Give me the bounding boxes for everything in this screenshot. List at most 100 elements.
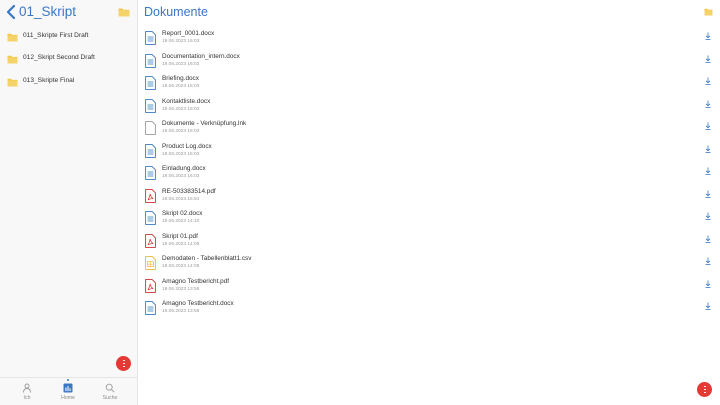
file-row[interactable]: Kontaktliste.docx 19.06.2023 16:03 <box>138 96 720 118</box>
more-dot <box>123 362 125 365</box>
word-document-icon <box>145 76 156 90</box>
file-row[interactable]: Einladung.docx 19.06.2023 16:03 <box>138 163 720 185</box>
folder-icon[interactable] <box>704 8 713 16</box>
folder-icon <box>7 55 18 64</box>
bottom-navigation: Ich Home Suche <box>0 377 137 405</box>
file-date: 19.06.2023 14:08 <box>162 264 200 269</box>
folder-sidebar: 01_Skript 011_Skripte First Draft 012_Sk… <box>0 0 138 405</box>
more-dot <box>704 388 706 391</box>
sidebar-title: 01_Skript <box>19 4 77 19</box>
file-name: Demodaten - Tabellenblatt1.csv <box>162 255 252 262</box>
file-row[interactable]: Skript 01.pdf 19.06.2023 14:09 <box>138 231 720 253</box>
folder-icon <box>7 78 18 87</box>
file-name: Amagno Testbericht.docx <box>162 300 234 307</box>
download-icon[interactable] <box>704 122 712 130</box>
download-icon[interactable] <box>704 257 712 265</box>
file-row[interactable]: Demodaten - Tabellenblatt1.csv 19.06.2023… <box>138 253 720 275</box>
csv-document-icon <box>145 256 156 270</box>
file-date: 19.06.2023 16:03 <box>162 39 200 44</box>
download-icon[interactable] <box>704 77 712 85</box>
pdf-document-icon <box>145 233 156 248</box>
file-row[interactable]: Briefing.docx 19.06.2023 16:03 <box>138 73 720 95</box>
folder-icon[interactable] <box>118 7 130 17</box>
file-date: 19.06.2023 16:03 <box>162 106 200 112</box>
file-date: 19.06.2023 16:03 <box>162 129 200 134</box>
download-icon[interactable] <box>704 100 712 108</box>
nav-item-ich[interactable]: Ich <box>7 378 47 405</box>
home-icon <box>63 383 73 393</box>
download-icon[interactable] <box>704 145 712 153</box>
file-name: Einladung.docx <box>162 165 206 172</box>
more-dot <box>704 391 706 394</box>
download-icon[interactable] <box>704 167 712 175</box>
file-date: 19.06.2023 13:58 <box>162 309 200 314</box>
person-icon <box>23 383 31 393</box>
folder-icon <box>7 33 18 42</box>
download-icon[interactable] <box>704 280 712 288</box>
folder-label: 011_Skripte First Draft <box>23 32 89 39</box>
word-document-icon <box>145 31 156 45</box>
more-dot <box>123 359 125 362</box>
folder-item-011[interactable]: 011_Skripte First Draft <box>0 27 137 49</box>
file-date: 19.06.2023 16:03 <box>162 61 200 67</box>
word-document-icon <box>145 166 156 180</box>
word-document-icon <box>145 211 156 225</box>
file-name: Amagno Testbericht.pdf <box>162 277 230 285</box>
more-dot <box>704 385 706 388</box>
word-document-icon <box>145 301 156 315</box>
folder-label: 013_Skripte Final <box>23 77 75 84</box>
blank-document-icon <box>145 121 156 135</box>
nav-label: Home <box>61 395 75 401</box>
file-name: Dokumente - Verknüpfung.lnk <box>162 120 247 127</box>
download-icon[interactable] <box>704 302 712 310</box>
file-row[interactable]: Amagno Testbericht.docx 19.06.2023 13:58 <box>138 298 720 320</box>
file-name: Documentation_intern.docx <box>162 52 240 60</box>
file-row[interactable]: Dokumente - Verknüpfung.lnk 19.06.2023 16… <box>138 118 720 140</box>
nav-item-suche[interactable]: Suche <box>90 378 130 405</box>
folder-item-013[interactable]: 013_Skripte Final <box>0 72 137 94</box>
file-row[interactable]: Documentation_intern.docx 19.06.2023 16:0… <box>138 51 720 73</box>
file-name: Product Log.docx <box>162 142 212 150</box>
file-row[interactable]: Report_0001.docx 19.06.2023 16:03 <box>138 28 720 50</box>
search-icon <box>105 383 115 393</box>
download-icon[interactable] <box>704 212 712 220</box>
file-row[interactable]: Product Log.docx 19.06.2023 16:03 <box>138 141 720 163</box>
file-row[interactable]: Skript 02.docx 19.06.2023 14:10 <box>138 208 720 230</box>
folder-label: 012_Skript Second Draft <box>23 54 95 61</box>
file-date: 19.06.2023 14:09 <box>162 241 200 247</box>
folder-item-012[interactable]: 012_Skript Second Draft <box>0 49 137 71</box>
main-more-button[interactable] <box>697 382 712 397</box>
file-name: RE-503383514.pdf <box>162 187 216 195</box>
file-date: 19.06.2023 16:03 <box>162 84 200 89</box>
nav-item-home[interactable]: Home <box>48 378 88 405</box>
pdf-document-icon <box>145 278 156 293</box>
file-name: Kontaktliste.docx <box>162 97 211 105</box>
file-name: Skript 01.pdf <box>162 232 198 240</box>
file-date: 19.06.2023 16:03 <box>162 174 200 179</box>
file-row[interactable]: RE-503383514.pdf 19.06.2023 15:54 <box>138 186 720 208</box>
word-document-icon <box>145 98 156 113</box>
page-title: Dokumente <box>144 5 208 19</box>
nav-label: Suche <box>102 395 118 401</box>
nav-label: Ich <box>23 395 31 401</box>
file-date: 19.06.2023 15:54 <box>162 196 200 202</box>
file-date: 19.06.2023 14:10 <box>162 219 200 224</box>
file-date: 19.06.2023 13:58 <box>162 286 200 292</box>
pdf-document-icon <box>145 188 156 203</box>
document-list-pane: Dokumente Report_0001.docx 19.06.2023 16:… <box>138 0 720 405</box>
word-document-icon <box>145 53 156 68</box>
word-document-icon <box>145 143 156 158</box>
more-dot <box>123 365 125 368</box>
file-name: Briefing.docx <box>162 75 199 82</box>
sidebar-header: 01_Skript <box>0 0 138 26</box>
download-icon[interactable] <box>704 235 712 243</box>
download-icon[interactable] <box>704 55 712 63</box>
back-chevron-icon[interactable] <box>6 5 16 19</box>
file-name: Skript 02.docx <box>162 210 203 217</box>
download-icon[interactable] <box>704 32 712 40</box>
download-icon[interactable] <box>704 190 712 198</box>
sidebar-more-button[interactable] <box>116 356 131 371</box>
active-indicator <box>67 379 69 381</box>
file-row[interactable]: Amagno Testbericht.pdf 19.06.2023 13:58 <box>138 276 720 298</box>
file-name: Report_0001.docx <box>162 30 215 37</box>
